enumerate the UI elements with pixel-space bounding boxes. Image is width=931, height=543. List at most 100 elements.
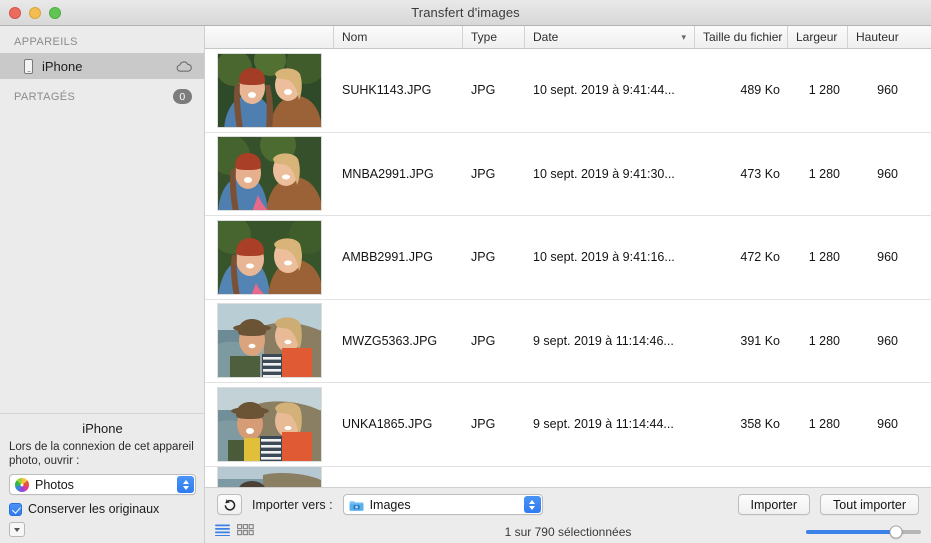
file-size: 391 Ko bbox=[740, 333, 780, 348]
table-row[interactable]: AMBB2991.JPG JPG 10 sept. 2019 à 9:41:16… bbox=[205, 216, 931, 300]
view-mode-toggle bbox=[215, 523, 254, 541]
photo-thumbnail[interactable] bbox=[217, 219, 322, 295]
file-size: 358 Ko bbox=[740, 417, 780, 432]
file-type: JPG bbox=[471, 333, 496, 348]
thumbnail-size-slider[interactable] bbox=[806, 525, 921, 539]
file-size: 473 Ko bbox=[740, 166, 780, 181]
rotate-left-icon[interactable] bbox=[217, 494, 242, 515]
iphone-icon bbox=[24, 58, 33, 74]
file-type: JPG bbox=[471, 166, 496, 181]
popup-stepper-arrows[interactable] bbox=[177, 476, 194, 493]
column-header-size-label: Taille du fichier bbox=[703, 30, 783, 44]
import-to-label: Importer vers : bbox=[252, 497, 333, 512]
keep-originals-label: Conserver les originaux bbox=[28, 502, 160, 516]
destination-popup[interactable]: Images bbox=[342, 494, 543, 515]
close-button[interactable] bbox=[9, 7, 21, 19]
thumbnail-cell bbox=[205, 300, 334, 383]
column-header-name[interactable]: Nom bbox=[334, 26, 463, 48]
grid-view-icon[interactable] bbox=[237, 523, 254, 541]
file-width: 1 280 bbox=[808, 417, 840, 432]
photo-thumbnail[interactable] bbox=[217, 386, 322, 462]
cloud-icon bbox=[176, 60, 192, 72]
file-name: SUHK1143.JPG bbox=[342, 83, 432, 98]
sidebar: APPAREILS iPhone PARTAGÉS 0 iPhone Lors … bbox=[0, 26, 205, 543]
device-name-heading: iPhone bbox=[82, 421, 123, 436]
image-capture-window: Transfert d'images APPAREILS iPhone PART… bbox=[0, 0, 931, 543]
device-info-description: Lors de la connexion de cet appareil pho… bbox=[9, 441, 194, 467]
file-name: AMBB2991.JPG bbox=[342, 250, 434, 265]
column-header-thumb[interactable] bbox=[205, 26, 334, 48]
shared-count-badge: 0 bbox=[173, 89, 192, 104]
keep-originals-checkbox[interactable] bbox=[9, 502, 22, 516]
file-size: 472 Ko bbox=[740, 250, 780, 265]
column-header-type-label: Type bbox=[471, 30, 498, 44]
blue-camera-folder-icon bbox=[349, 499, 364, 511]
destination-stepper-arrows[interactable] bbox=[523, 496, 541, 513]
default-app-value: Photos bbox=[35, 477, 74, 492]
file-type: JPG bbox=[471, 83, 496, 98]
table-row[interactable]: MWZG5363.JPG JPG 9 sept. 2019 à 11:14:46… bbox=[205, 300, 931, 383]
sidebar-shared-label: PARTAGÉS bbox=[14, 90, 76, 103]
sidebar-devices-label: APPAREILS bbox=[14, 36, 78, 48]
table-row[interactable] bbox=[205, 466, 931, 487]
slider-fill bbox=[806, 530, 896, 534]
thumbnail-cell bbox=[205, 466, 334, 487]
file-date: 10 sept. 2019 à 9:41:16... bbox=[533, 250, 675, 265]
file-date: 9 sept. 2019 à 11:14:44... bbox=[533, 417, 674, 432]
file-width: 1 280 bbox=[808, 250, 840, 265]
traffic-lights bbox=[9, 7, 61, 19]
table-row[interactable]: SUHK1143.JPG JPG 10 sept. 2019 à 9:41:44… bbox=[205, 49, 931, 133]
import-controls-row: Importer vers : Images Importer Tout imp… bbox=[205, 488, 931, 521]
device-info-panel: iPhone Lors de la connexion de cet appar… bbox=[0, 413, 205, 543]
column-header-height[interactable]: Hauteur bbox=[848, 26, 906, 48]
zoom-button[interactable] bbox=[49, 7, 61, 19]
import-all-button[interactable]: Tout importer bbox=[820, 494, 919, 515]
sort-descending-icon: ▾ bbox=[681, 31, 686, 42]
column-header-row: Nom Type Date ▾ Taille du fichier Largeu… bbox=[205, 26, 931, 49]
file-name: UNKA1865.JPG bbox=[342, 417, 433, 432]
column-header-width[interactable]: Largeur bbox=[788, 26, 848, 48]
bottom-toolbar: Importer vers : Images Importer Tout imp… bbox=[205, 487, 931, 543]
file-list[interactable]: SUHK1143.JPG JPG 10 sept. 2019 à 9:41:44… bbox=[205, 49, 931, 487]
thumbnail-cell bbox=[205, 133, 334, 216]
file-name: MNBA2991.JPG bbox=[342, 166, 434, 181]
photo-thumbnail[interactable] bbox=[217, 136, 322, 212]
sidebar-item-label: iPhone bbox=[42, 58, 83, 74]
column-header-size[interactable]: Taille du fichier bbox=[695, 26, 788, 48]
disclosure-triangle-icon[interactable] bbox=[9, 522, 25, 537]
sidebar-section-shared: PARTAGÉS 0 bbox=[0, 79, 204, 109]
file-name: MWZG5363.JPG bbox=[342, 333, 438, 348]
file-width: 1 280 bbox=[808, 166, 840, 181]
file-height: 960 bbox=[877, 250, 898, 265]
file-type: JPG bbox=[471, 250, 496, 265]
file-width: 1 280 bbox=[808, 333, 840, 348]
file-width: 1 280 bbox=[808, 83, 840, 98]
column-header-height-label: Hauteur bbox=[856, 30, 899, 44]
import-button[interactable]: Importer bbox=[737, 494, 811, 515]
file-date: 10 sept. 2019 à 9:41:44... bbox=[533, 83, 675, 98]
table-row[interactable]: UNKA1865.JPG JPG 9 sept. 2019 à 11:14:44… bbox=[205, 383, 931, 467]
sidebar-item-iphone[interactable]: iPhone bbox=[0, 53, 204, 79]
column-header-date[interactable]: Date ▾ bbox=[525, 26, 695, 48]
slider-knob[interactable] bbox=[889, 525, 903, 539]
table-row[interactable]: MNBA2991.JPG JPG 10 sept. 2019 à 9:41:30… bbox=[205, 133, 931, 216]
list-view-icon[interactable] bbox=[215, 523, 230, 541]
column-header-type[interactable]: Type bbox=[463, 26, 525, 48]
title-bar: Transfert d'images bbox=[0, 0, 931, 26]
photos-app-icon bbox=[15, 477, 29, 492]
status-row: 1 sur 790 sélectionnées bbox=[205, 521, 931, 543]
photo-thumbnail[interactable] bbox=[217, 303, 322, 379]
keep-originals-row[interactable]: Conserver les originaux bbox=[9, 502, 196, 516]
column-header-width-label: Largeur bbox=[796, 30, 838, 44]
thumbnail-cell bbox=[205, 49, 334, 132]
minimize-button[interactable] bbox=[29, 7, 41, 19]
thumbnail-cell bbox=[205, 383, 334, 466]
file-height: 960 bbox=[877, 83, 898, 98]
file-height: 960 bbox=[877, 166, 898, 181]
photo-thumbnail[interactable] bbox=[217, 466, 322, 487]
default-app-popup[interactable]: Photos bbox=[9, 474, 196, 495]
file-date: 10 sept. 2019 à 9:41:30... bbox=[533, 166, 675, 181]
column-header-date-label: Date bbox=[533, 30, 559, 44]
photo-thumbnail[interactable] bbox=[217, 52, 322, 128]
thumbnail-cell bbox=[205, 216, 334, 299]
